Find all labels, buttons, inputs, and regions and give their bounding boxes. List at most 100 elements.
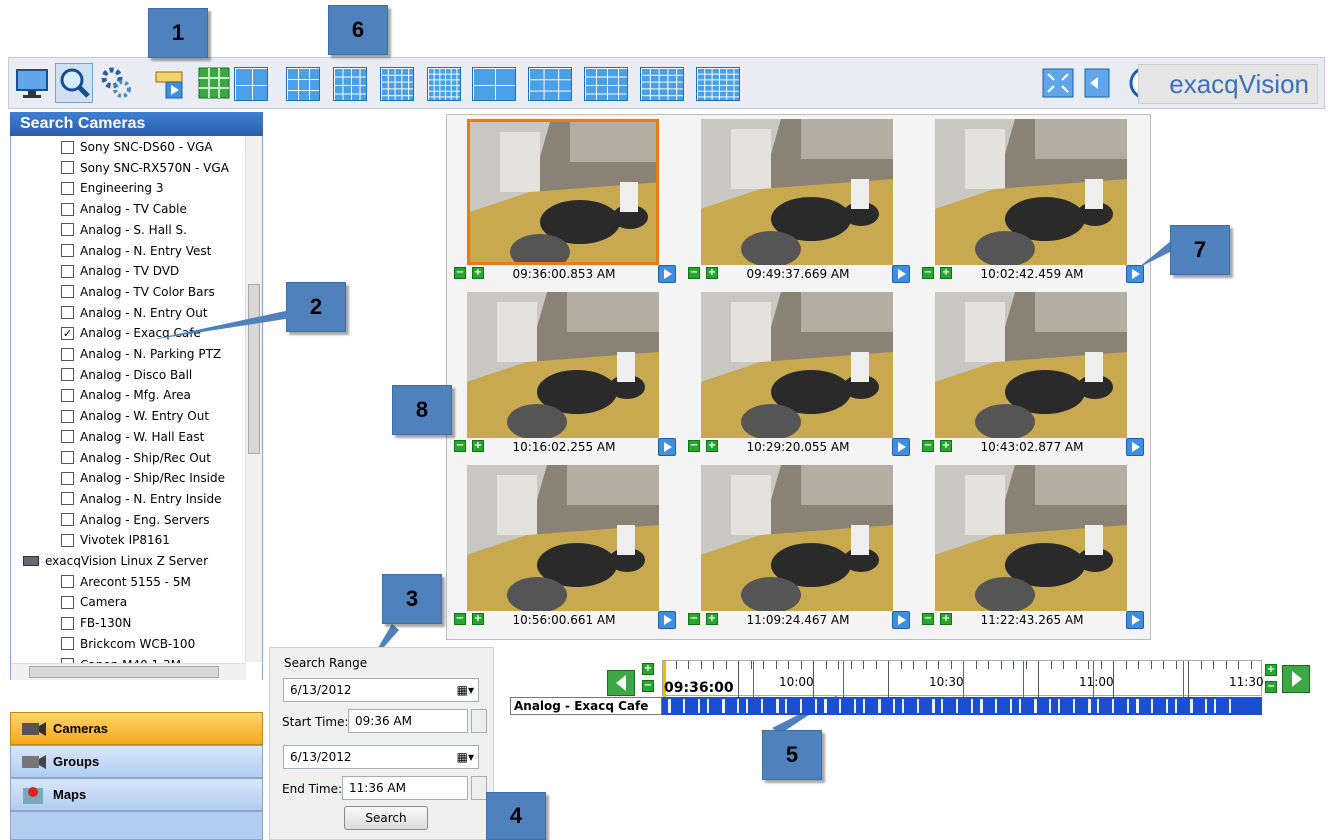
camera-item[interactable]: Analog - Eng. Servers — [61, 510, 209, 530]
video-tile[interactable]: − +10:56:00.661 AM — [448, 462, 680, 634]
camera-checkbox[interactable] — [61, 595, 74, 609]
camera-item[interactable]: Sony SNC-RX570N - VGA — [61, 158, 229, 178]
nav-cameras[interactable]: Cameras — [10, 712, 263, 745]
play-clip-icon[interactable] — [892, 611, 910, 629]
hscroll-thumb[interactable] — [29, 666, 219, 678]
camera-checkbox[interactable] — [61, 388, 74, 402]
camera-checkbox[interactable] — [61, 306, 74, 320]
camera-item[interactable]: Camera — [61, 592, 127, 612]
camera-checkbox[interactable] — [61, 244, 74, 257]
server-node[interactable]: exacqVision Linux Z Server — [23, 551, 208, 571]
video-tile[interactable]: − +11:09:24.467 AM — [682, 462, 914, 634]
video-frame[interactable] — [701, 292, 893, 438]
play-clip-icon[interactable] — [1126, 611, 1144, 629]
play-clip-icon[interactable] — [892, 438, 910, 456]
camera-item[interactable]: Analog - W. Entry Out — [61, 406, 209, 426]
calendar-icon[interactable]: ▦▾ — [457, 679, 474, 701]
video-frame[interactable] — [467, 292, 659, 438]
video-frame[interactable] — [701, 119, 893, 265]
camera-item[interactable]: Vivotek IP8161 — [61, 530, 170, 550]
play-clip-icon[interactable] — [1126, 438, 1144, 456]
zoom-in-right-icon[interactable]: + — [1265, 664, 1277, 676]
end-time-input[interactable]: 11:36 AM — [342, 776, 468, 800]
camera-item[interactable]: Analog - TV Cable — [61, 199, 187, 219]
search-button[interactable]: Search — [344, 806, 428, 830]
video-tile[interactable]: − +09:36:00.853 AM — [448, 116, 680, 288]
layout-2x2-icon[interactable] — [234, 67, 268, 101]
camera-checkbox[interactable] — [61, 533, 74, 547]
play-clip-icon[interactable] — [658, 611, 676, 629]
camera-checkbox[interactable] — [61, 202, 74, 216]
camera-item[interactable]: Analog - N. Parking PTZ — [61, 344, 221, 364]
layout-5x5-icon[interactable] — [380, 67, 414, 101]
video-tile[interactable]: − +09:49:37.669 AM — [682, 116, 914, 288]
camera-item[interactable]: ✓ Analog - Exacq Cafe — [61, 323, 201, 343]
back-button[interactable] — [1081, 63, 1119, 103]
camera-item[interactable]: Brickcom WCB-100 — [61, 634, 195, 654]
camera-item[interactable]: Arecont 5155 - 5M — [61, 572, 191, 592]
play-clip-icon[interactable] — [892, 265, 910, 283]
camera-checkbox[interactable] — [61, 492, 74, 506]
step-forward-button[interactable] — [1282, 665, 1310, 693]
layout-3x3-button[interactable] — [195, 63, 233, 103]
camera-checkbox[interactable] — [61, 637, 74, 651]
camera-item[interactable]: Analog - Mfg. Area — [61, 385, 191, 405]
start-time-spinner[interactable] — [471, 709, 487, 733]
camera-item[interactable]: Analog - Disco Ball — [61, 365, 192, 385]
play-clip-icon[interactable] — [1126, 265, 1144, 283]
video-frame[interactable] — [935, 119, 1127, 265]
camera-checkbox[interactable] — [61, 161, 74, 175]
timeline-track[interactable] — [662, 697, 1262, 715]
video-frame[interactable] — [467, 465, 659, 611]
camera-checkbox[interactable] — [61, 430, 74, 444]
play-clip-icon[interactable] — [658, 265, 676, 283]
video-tile[interactable]: − +10:43:02.877 AM — [916, 289, 1148, 461]
timeline-ruler[interactable]: 10:00 10:30 11:00 11:30 — [662, 660, 1264, 697]
camera-item[interactable]: Analog - Ship/Rec Out — [61, 448, 211, 468]
camera-item[interactable]: Analog - TV DVD — [61, 261, 179, 281]
search-button[interactable] — [55, 63, 93, 103]
video-tile[interactable]: − +10:16:02.255 AM — [448, 289, 680, 461]
video-frame[interactable] — [701, 465, 893, 611]
zoom-out-icon[interactable]: − — [642, 680, 654, 692]
camera-checkbox[interactable] — [61, 368, 74, 382]
layout-wide-5x5-icon[interactable] — [640, 67, 684, 101]
zoom-out-right-icon[interactable]: − — [1265, 681, 1277, 693]
layout-3x3-grid-icon[interactable] — [286, 67, 320, 101]
play-clip-icon[interactable] — [658, 438, 676, 456]
camera-checkbox[interactable] — [61, 451, 74, 464]
timeline-button[interactable] — [151, 63, 189, 103]
tree-horizontal-scrollbar[interactable] — [11, 663, 246, 680]
config-button[interactable] — [97, 63, 135, 103]
camera-item[interactable]: Analog - Ship/Rec Inside — [61, 468, 225, 488]
camera-item[interactable]: Engineering 3 — [61, 178, 163, 198]
camera-checkbox[interactable] — [61, 409, 74, 423]
end-time-spinner[interactable] — [471, 776, 487, 800]
camera-checkbox[interactable] — [61, 223, 74, 237]
camera-checkbox[interactable] — [61, 471, 74, 485]
camera-item[interactable]: Sony SNC-DS60 - VGA — [61, 137, 213, 157]
camera-item[interactable]: Analog - N. Entry Vest — [61, 241, 211, 261]
scroll-thumb[interactable] — [248, 284, 260, 454]
video-tile[interactable]: − +11:22:43.265 AM — [916, 462, 1148, 634]
zoom-in-icon[interactable]: + — [642, 663, 654, 675]
nav-maps[interactable]: Maps — [10, 778, 263, 811]
video-frame[interactable] — [935, 292, 1127, 438]
camera-item[interactable]: FB-130N — [61, 613, 131, 633]
layout-6x6-icon[interactable] — [427, 67, 461, 101]
live-view-button[interactable] — [13, 63, 51, 103]
camera-item[interactable]: Analog - W. Hall East — [61, 427, 204, 447]
camera-checkbox[interactable] — [61, 616, 74, 630]
start-date-picker[interactable]: 6/13/2012 ▦▾ — [283, 678, 479, 702]
start-time-input[interactable]: 09:36 AM — [348, 709, 468, 733]
camera-checkbox[interactable] — [61, 513, 74, 527]
camera-checkbox[interactable] — [61, 140, 74, 154]
camera-item[interactable]: Analog - S. Hall S. — [61, 220, 187, 240]
layout-wide-4x4-icon[interactable] — [584, 67, 628, 101]
nav-groups[interactable]: Groups — [10, 745, 263, 778]
layout-wide-6x6-icon[interactable] — [696, 67, 740, 101]
fullscreen-button[interactable] — [1039, 63, 1077, 103]
tree-vertical-scrollbar[interactable] — [245, 136, 262, 662]
end-date-picker[interactable]: 6/13/2012 ▦▾ — [283, 745, 479, 769]
camera-item[interactable]: Analog - N. Entry Inside — [61, 489, 222, 509]
